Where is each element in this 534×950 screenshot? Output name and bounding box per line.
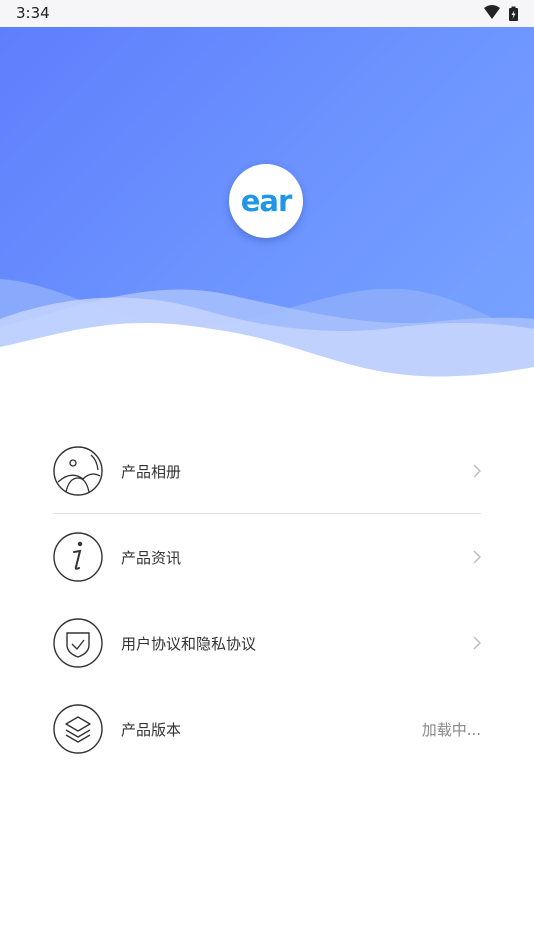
menu-item-label: 用户协议和隐私协议 — [121, 634, 257, 653]
settings-menu: 产品相册 产品资讯 用户协议和隐私协议 产品版本 加载中... — [53, 428, 481, 772]
header-banner: ear — [0, 27, 534, 387]
menu-item-label: 产品资讯 — [121, 548, 182, 567]
status-bar: 3:34 — [0, 0, 534, 27]
menu-item-product-info[interactable]: 产品资讯 — [53, 514, 481, 600]
menu-item-product-album[interactable]: 产品相册 — [53, 428, 481, 514]
logo-text: ear — [240, 184, 293, 218]
version-value: 加载中... — [421, 720, 481, 739]
app-logo: ear — [229, 164, 303, 238]
status-icons — [484, 5, 520, 22]
chevron-right-icon — [467, 636, 481, 650]
wifi-icon — [484, 5, 500, 19]
menu-item-user-agreement[interactable]: 用户协议和隐私协议 — [53, 600, 481, 686]
chevron-right-icon — [467, 550, 481, 564]
info-icon — [53, 532, 103, 582]
chevron-right-icon — [467, 464, 481, 478]
menu-item-label: 产品版本 — [121, 720, 182, 739]
album-icon — [53, 446, 103, 496]
app-screen: 3:34 ear 产品相册 产品资讯 用户协议和隐私协议 产品版本 加载中... — [0, 0, 534, 950]
shield-icon — [53, 618, 103, 668]
status-time: 3:34 — [16, 4, 50, 22]
battery-icon — [509, 6, 518, 21]
layers-icon — [53, 704, 103, 754]
menu-item-label: 产品相册 — [121, 462, 182, 481]
menu-item-product-version[interactable]: 产品版本 加载中... — [53, 686, 481, 772]
